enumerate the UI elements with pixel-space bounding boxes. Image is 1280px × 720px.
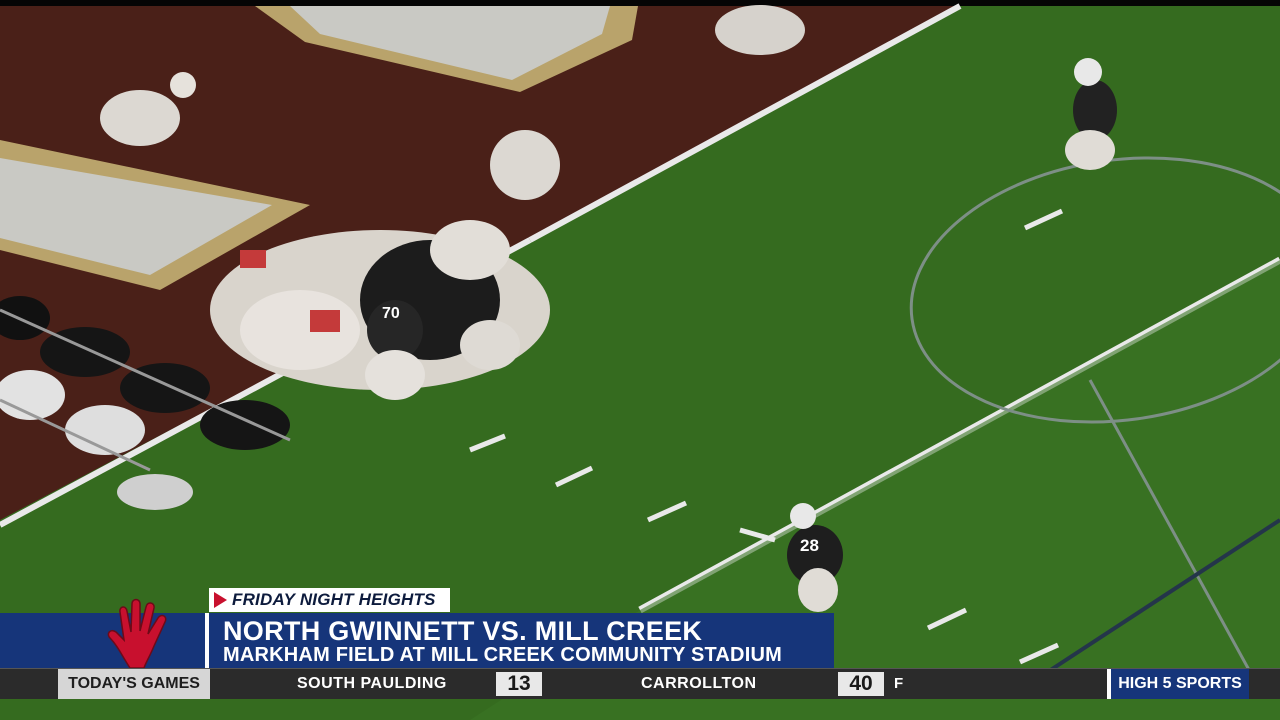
ticker-score: 13 [496,672,542,696]
svg-text:28: 28 [800,536,819,555]
svg-text:70: 70 [382,305,400,322]
score-ticker: TODAY'S GAMES SOUTH PAULDING 13 CARROLLT… [0,668,1280,699]
ticker-label: TODAY'S GAMES [58,669,210,699]
band-divider [205,613,209,668]
ticker-end [1249,669,1280,699]
headline-title: NORTH GWINNETT VS. MILL CREEK [223,616,703,646]
brand-badge: HIGH 5 SPORTS [1107,669,1249,699]
hand-logo-icon [107,598,167,669]
ticker-score: 40 [838,672,884,696]
play-icon [214,592,227,608]
video-frame: 70 28 [0,0,1280,720]
headline-subtitle: MARKHAM FIELD AT MILL CREEK COMMUNITY ST… [223,644,782,666]
show-tag-label: FRIDAY NIGHT HEIGHTS [232,590,436,609]
ticker-game-status: F [894,675,904,692]
ticker-team: SOUTH PAULDING [297,675,447,692]
show-tag: FRIDAY NIGHT HEIGHTS [209,588,450,612]
ticker-team: CARROLLTON [641,675,757,692]
